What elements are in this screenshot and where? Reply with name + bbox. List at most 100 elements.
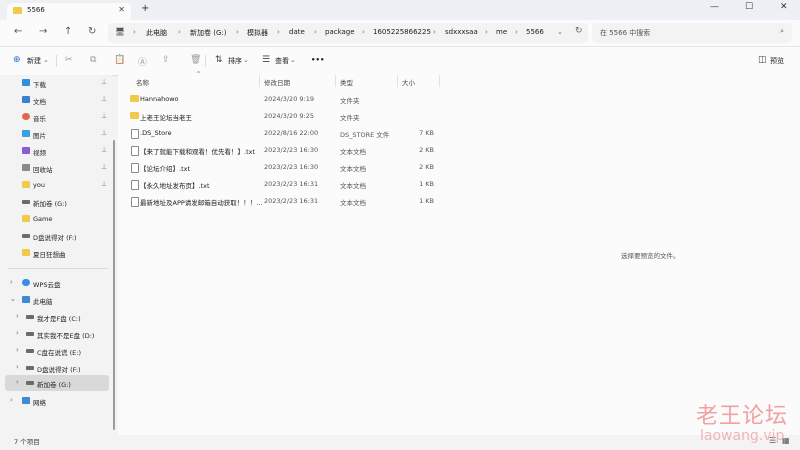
sidebar-item-wps-cloud[interactable]: › WPS云盘 [0, 275, 112, 291]
sort-button[interactable]: 排序 [228, 56, 242, 66]
file-row[interactable]: 【论坛介绍】.txt 2023/2/23 16:30 文本文档 2 KB [118, 159, 800, 175]
folder-icon [22, 249, 30, 256]
minimize-button[interactable]: — [710, 2, 719, 12]
chevron-down-icon[interactable]: ⌄ [10, 295, 16, 303]
folder-icon [13, 7, 22, 14]
refresh-icon[interactable]: ↻ [575, 26, 583, 36]
file-size: 2 KB [419, 163, 434, 171]
explorer-window: 5566 ✕ + — ☐ ✕ ← → ↑ ↻ 🖥 › 此电脑 › 新加卷 (G:… [0, 0, 800, 450]
sidebar-item-label: 回收站 [33, 166, 53, 174]
file-name: Hannahowo [140, 95, 179, 103]
chevron-down-icon: ⌄ [290, 56, 296, 64]
sidebar-item-drive-g2[interactable]: › 新加卷 (G:) [5, 375, 109, 391]
column-divider[interactable] [335, 75, 336, 87]
copy-icon[interactable]: ⧉ [90, 55, 96, 65]
music-icon [22, 113, 30, 120]
sidebar-item-game[interactable]: Game [0, 211, 112, 227]
pin-icon: ⊥ [101, 129, 108, 137]
more-options-button[interactable]: ••• [311, 56, 324, 64]
folder-icon [22, 215, 30, 222]
divider [8, 268, 108, 269]
chevron-right-icon[interactable]: › [16, 329, 19, 337]
chevron-down-icon[interactable]: ⌄ [557, 28, 563, 36]
sidebar-item-network[interactable]: › 网络 [0, 393, 112, 409]
forward-button[interactable]: → [39, 26, 47, 37]
search-box[interactable]: 在 5566 中搜索 ⌕ [592, 23, 792, 43]
sidebar-item-you[interactable]: you ⊥ [0, 177, 112, 193]
column-header-name[interactable]: 名称 [136, 77, 149, 87]
breadcrumb-item[interactable]: sdxxxsaa [445, 28, 478, 36]
file-icon [131, 129, 139, 139]
sidebar-item-drive-d[interactable]: › 其实我不是E盘 (D:) [0, 326, 112, 342]
column-header-type[interactable]: 类型 [340, 77, 353, 87]
search-input[interactable]: 在 5566 中搜索 [600, 28, 650, 38]
column-header-size[interactable]: 大小 [402, 77, 415, 87]
breadcrumb-item[interactable]: 1605225866225 [373, 28, 431, 36]
breadcrumb-item[interactable]: 此电脑 [146, 28, 167, 38]
chevron-right-icon[interactable]: › [10, 278, 13, 286]
cut-icon[interactable]: ✂ [65, 55, 73, 65]
close-button[interactable]: ✕ [780, 2, 788, 12]
sidebar-item-summer[interactable]: 夏日狂想曲 [0, 245, 112, 261]
sidebar-item-label: you [33, 181, 45, 189]
sidebar-item-pictures[interactable]: 图片 ⊥ [0, 126, 112, 142]
column-divider[interactable] [259, 75, 260, 87]
address-bar[interactable]: 🖥 › 此电脑 › 新加卷 (G:) › 模拟器 › date › packag… [108, 23, 588, 43]
file-row[interactable]: 【永久地址发布页】.txt 2023/2/23 16:31 文本文档 1 KB [118, 176, 800, 192]
share-icon[interactable]: ⇪ [162, 55, 170, 65]
sidebar-item-drive-e[interactable]: › C盘在说谎 (E:) [0, 343, 112, 359]
breadcrumb-item[interactable]: 新加卷 (G:) [190, 28, 226, 38]
sidebar-item-recycle-bin[interactable]: 回收站 ⊥ [0, 160, 112, 176]
new-button[interactable]: 新建 [27, 56, 41, 66]
chevron-right-icon[interactable]: › [10, 396, 13, 404]
file-row[interactable]: .DS_Store 2022/8/16 22:00 DS_STORE 文件 7 … [118, 125, 800, 141]
sidebar-item-drive-f2[interactable]: › D盘说得对 (F:) [0, 360, 112, 376]
breadcrumb-separator: › [277, 28, 280, 36]
file-row[interactable]: 【来了就能下载和观看！优先看！】.txt 2023/2/23 16:30 文本文… [118, 142, 800, 158]
file-list: ^ 名称 修改日期 类型 大小 Hannahowo 2024/3/20 9:19… [118, 71, 800, 435]
chevron-right-icon[interactable]: › [16, 378, 19, 386]
preview-button[interactable]: 预览 [770, 56, 784, 66]
breadcrumb-separator: › [133, 28, 136, 36]
sidebar-item-label: 下载 [33, 81, 46, 89]
paste-icon[interactable]: 📋 [114, 55, 125, 65]
maximize-button[interactable]: ☐ [745, 2, 753, 12]
new-tab-button[interactable]: + [141, 3, 149, 14]
breadcrumb-item[interactable]: 模拟器 [247, 28, 268, 38]
sidebar-item-music[interactable]: 音乐 ⊥ [0, 109, 112, 125]
file-type: 文本文档 [340, 182, 366, 190]
breadcrumb-item[interactable]: me [496, 28, 507, 36]
drive-icon [26, 381, 34, 385]
tab-5566[interactable]: 5566 ✕ [7, 3, 131, 20]
view-button[interactable]: 查看 [275, 56, 289, 66]
sidebar-item-downloads[interactable]: 下载 ⊥ [0, 75, 112, 91]
sidebar-item-this-pc[interactable]: ⌄ 此电脑 [0, 292, 112, 308]
column-divider[interactable] [439, 75, 440, 87]
column-divider[interactable] [397, 75, 398, 87]
chevron-right-icon[interactable]: › [16, 312, 19, 320]
tab-close-icon[interactable]: ✕ [118, 5, 125, 14]
sidebar-item-label: 网络 [33, 399, 46, 407]
sidebar-scrollbar[interactable] [113, 140, 115, 430]
sidebar-item-drive-c[interactable]: › 我才是F盘 (C:) [0, 309, 112, 325]
refresh-button[interactable]: ↻ [88, 26, 96, 37]
file-row[interactable]: Hannahowo 2024/3/20 9:19 文件夹 [118, 91, 800, 107]
sidebar-item-label: 夏日狂想曲 [33, 251, 66, 259]
file-date: 2023/2/23 16:30 [264, 163, 319, 171]
breadcrumb-item[interactable]: date [289, 28, 305, 36]
chevron-right-icon[interactable]: › [16, 363, 19, 371]
sidebar-item-documents[interactable]: 文档 ⊥ [0, 92, 112, 108]
sidebar-item-drive-f[interactable]: D盘说得对 (F:) [0, 228, 112, 244]
delete-icon[interactable]: 🗑 [190, 55, 201, 65]
back-button[interactable]: ← [14, 26, 22, 37]
breadcrumb-item[interactable]: package [325, 28, 355, 36]
file-row[interactable]: 上老王论坛当老王 2024/3/20 9:25 文件夹 [118, 108, 800, 124]
rename-icon[interactable]: Ⓐ [138, 55, 147, 68]
column-header-date[interactable]: 修改日期 [264, 77, 290, 87]
chevron-right-icon[interactable]: › [16, 346, 19, 354]
sidebar-item-drive-g[interactable]: 新加卷 (G:) [0, 194, 112, 210]
file-row[interactable]: 最新地址及APP请发邮箱自动获取！！！... 2023/2/23 16:31 文… [118, 193, 800, 209]
up-button[interactable]: ↑ [64, 26, 72, 37]
breadcrumb-item[interactable]: 5566 [526, 28, 544, 36]
sidebar-item-videos[interactable]: 视频 ⊥ [0, 143, 112, 159]
